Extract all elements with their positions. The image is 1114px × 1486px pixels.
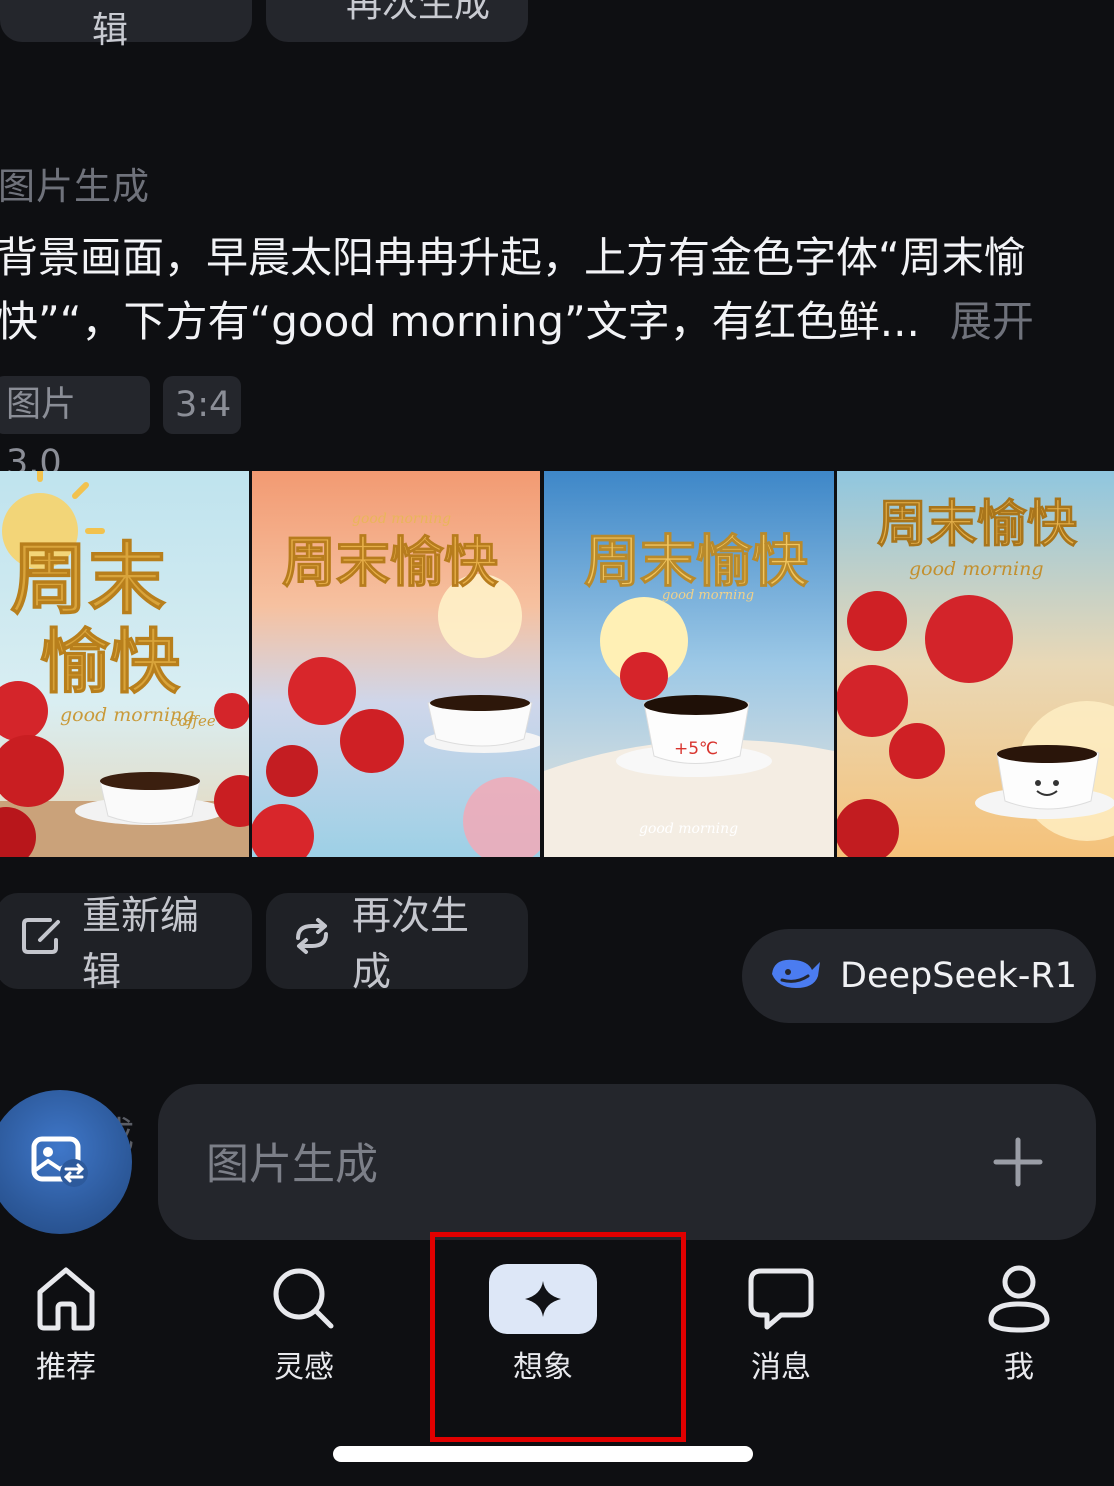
generated-image-2[interactable]: good morning 周末愉快 <box>252 471 540 857</box>
image-swap-icon <box>31 1136 88 1187</box>
regenerate-button[interactable]: 再次生成 <box>266 893 528 995</box>
screen: 重新编辑 再次生成 图片生成 背景画面，早晨太阳冉冉升起，上方有金色字体“周末愉… <box>0 0 1114 1486</box>
image-2-title: 周末愉快 <box>282 530 499 594</box>
expand-link[interactable]: 展开 <box>950 297 1034 346</box>
generated-images: 周末 愉快 good morning coffee good morning 周… <box>0 471 1114 857</box>
model-name: DeepSeek-R1 <box>840 956 1078 996</box>
generated-image-3[interactable]: 周末愉快 good morning +5℃ good morning <box>544 471 834 857</box>
generated-image-4[interactable]: 周末愉快 good morning <box>837 471 1114 857</box>
edit-label: 重新编辑 <box>92 10 129 51</box>
generation-type-label: 图片生成 <box>0 165 150 208</box>
image-4-title: 周末愉快 <box>877 494 1078 553</box>
nav-label-me: 我 <box>1004 1350 1034 1385</box>
prompt-input-placeholder: 图片生成 <box>206 1140 378 1190</box>
edit-button-previous[interactable]: 重新编辑 <box>0 0 252 51</box>
highlight-box <box>430 1232 686 1442</box>
prompt-text-block: 背景画面，早晨太阳冉冉升起，上方有金色字体“周末愉快”“，下方有“good mo… <box>0 226 1106 354</box>
nav-label-recommend: 推荐 <box>36 1350 96 1385</box>
regenerate-label: 再次生成 <box>346 0 491 25</box>
refresh-icon <box>290 916 334 966</box>
image-2-subtitle: good morning <box>352 511 451 527</box>
plus-icon <box>993 1137 1043 1187</box>
model-version-tag: 图片 3.0 <box>0 376 150 483</box>
image-3-subtitle: good morning <box>662 588 754 603</box>
nav-label-messages: 消息 <box>751 1350 811 1385</box>
aspect-ratio-tag: 3:4 <box>163 376 241 434</box>
nav-item-me[interactable]: 我 <box>949 1262 1089 1392</box>
whale-icon <box>768 952 822 1001</box>
home-icon <box>34 1262 98 1336</box>
person-icon <box>987 1262 1051 1336</box>
edit-button-label: 重新编辑 <box>82 894 200 995</box>
image-generation-fab[interactable] <box>0 1090 132 1234</box>
regenerate-button-label: 再次生成 <box>352 894 470 995</box>
nav-item-inspiration[interactable]: 灵感 <box>234 1262 374 1392</box>
edit-button[interactable]: 重新编辑 <box>0 893 252 995</box>
edit-icon <box>20 916 64 966</box>
image-3-title: 周末愉快 <box>584 529 809 595</box>
home-indicator <box>333 1446 753 1462</box>
add-button[interactable] <box>990 1134 1046 1190</box>
model-selector[interactable]: DeepSeek-R1 <box>742 929 1096 1023</box>
nav-label-inspiration: 灵感 <box>274 1350 334 1385</box>
image-4-subtitle: good morning <box>909 558 1044 580</box>
image-1-extra: coffee <box>170 712 216 730</box>
prompt-input-bar[interactable]: 图片生成 <box>158 1084 1096 1240</box>
image-1-title-line-1: 周末 <box>10 534 166 625</box>
image-3-bottom-text: good morning <box>639 821 738 837</box>
image-1-title-line-2: 愉快 <box>40 620 181 703</box>
nav-item-recommend[interactable]: 推荐 <box>0 1262 136 1392</box>
image-3-cup-text: +5℃ <box>674 739 718 759</box>
generated-image-1[interactable]: 周末 愉快 good morning coffee <box>0 471 249 857</box>
prompt-text: 背景画面，早晨太阳冉冉升起，上方有金色字体“周末愉快”“，下方有“good mo… <box>0 233 1026 346</box>
nav-item-messages[interactable]: 消息 <box>711 1262 851 1392</box>
regenerate-button-previous[interactable]: 再次生成 <box>266 0 528 42</box>
search-icon <box>271 1262 337 1336</box>
chat-bubble-icon <box>747 1262 815 1336</box>
